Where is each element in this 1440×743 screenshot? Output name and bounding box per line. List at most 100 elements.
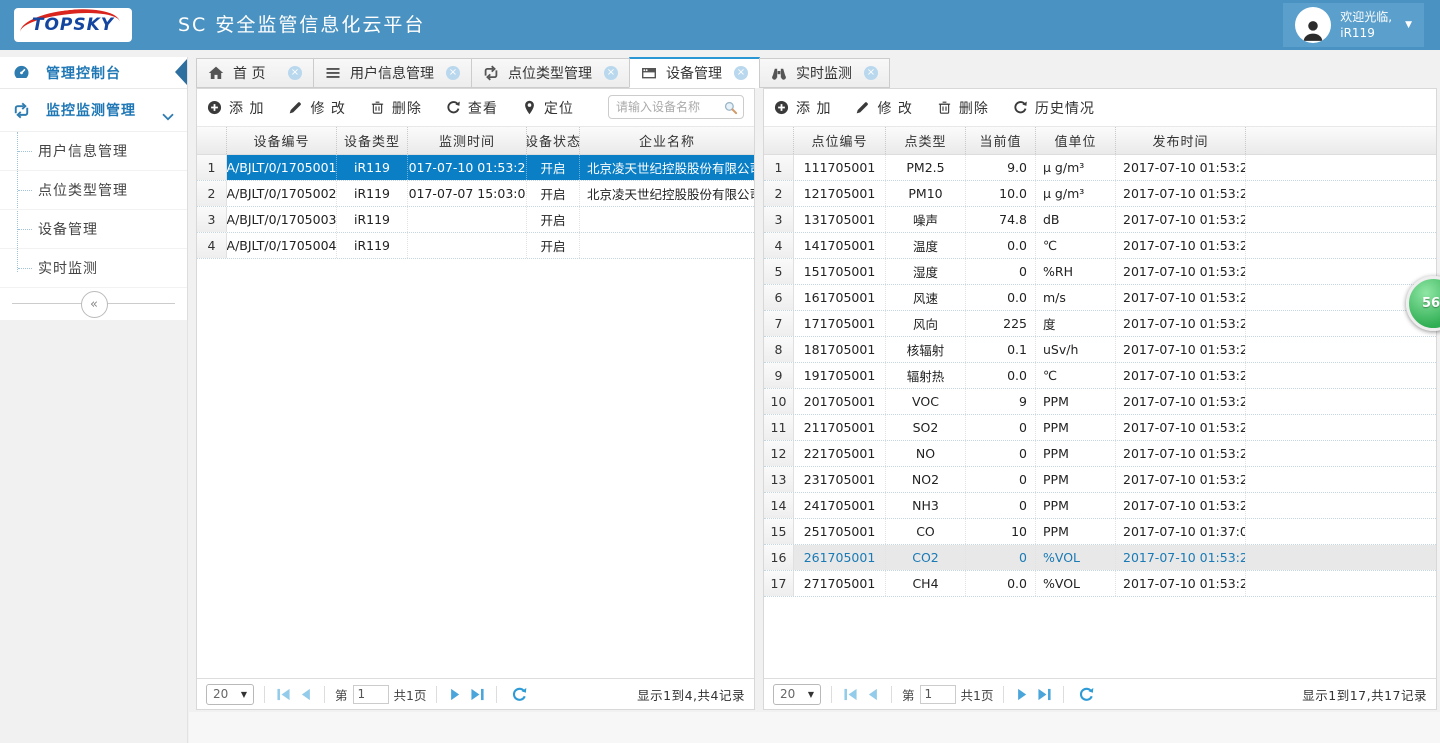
table-cell[interactable]: 2017-07-10 01:53:22 [1116, 467, 1246, 492]
table-cell[interactable]: 9 [764, 363, 794, 388]
column-header[interactable] [1246, 127, 1436, 154]
table-cell[interactable]: 1 [197, 155, 227, 180]
table-row[interactable]: 5151705001湿度0%RH2017-07-10 01:53:22 [764, 259, 1436, 285]
table-cell[interactable]: 湿度 [886, 259, 966, 284]
next-page-button[interactable] [1014, 686, 1031, 703]
search-input[interactable] [609, 100, 723, 114]
table-cell[interactable] [1246, 155, 1436, 180]
table-row[interactable]: 16261705001CO20%VOL2017-07-10 01:53:22 [764, 545, 1436, 571]
table-cell[interactable]: 2017-07-10 01:53:22 [1116, 259, 1246, 284]
add-button[interactable]: 添 加 [774, 98, 831, 118]
page-size-select[interactable]: 20▼ [773, 684, 821, 705]
table-cell[interactable]: PM2.5 [886, 155, 966, 180]
table-cell[interactable]: 开启 [527, 181, 580, 206]
next-page-button[interactable] [447, 686, 464, 703]
table-cell[interactable]: 2017-07-10 01:53:22 [1116, 415, 1246, 440]
table-row[interactable]: 4141705001温度0.0℃2017-07-10 01:53:22 [764, 233, 1436, 259]
table-cell[interactable]: NO [886, 441, 966, 466]
table-cell[interactable]: PPM [1036, 415, 1116, 440]
table-cell[interactable]: A/BJLT/0/1705003 [227, 207, 337, 232]
column-header[interactable] [197, 127, 227, 154]
table-cell[interactable]: μ g/m³ [1036, 155, 1116, 180]
table-cell[interactable]: μ g/m³ [1036, 181, 1116, 206]
table-cell[interactable]: 231705001 [794, 467, 886, 492]
table-cell[interactable] [408, 207, 527, 232]
table-cell[interactable]: A/BJLT/0/1705001 [227, 155, 337, 180]
table-cell[interactable]: 2017-07-10 01:53:22 [408, 155, 527, 180]
table-cell[interactable] [1246, 415, 1436, 440]
table-cell[interactable] [1246, 545, 1436, 570]
table-cell[interactable]: NO2 [886, 467, 966, 492]
table-cell[interactable]: ℃ [1036, 233, 1116, 258]
column-header[interactable]: 设备编号 [227, 127, 337, 154]
table-cell[interactable] [1246, 233, 1436, 258]
close-icon[interactable]: × [604, 66, 618, 80]
page-number-input[interactable] [920, 685, 956, 704]
table-cell[interactable]: 271705001 [794, 571, 886, 596]
table-cell[interactable]: m/s [1036, 285, 1116, 310]
table-cell[interactable]: %VOL [1036, 545, 1116, 570]
table-cell[interactable]: 辐射热 [886, 363, 966, 388]
table-cell[interactable]: 开启 [527, 155, 580, 180]
table-cell[interactable]: 0.0 [966, 285, 1036, 310]
table-row[interactable]: 17271705001CH40.0%VOL2017-07-10 01:53:21 [764, 571, 1436, 597]
table-cell[interactable]: 开启 [527, 207, 580, 232]
table-cell[interactable]: 2017-07-10 01:53:22 [1116, 207, 1246, 232]
collapse-icon[interactable]: « [81, 291, 108, 318]
table-cell[interactable]: VOC [886, 389, 966, 414]
add-button[interactable]: 添 加 [207, 98, 264, 118]
table-cell[interactable]: 0 [966, 441, 1036, 466]
table-cell[interactable]: 111705001 [794, 155, 886, 180]
table-cell[interactable]: CO [886, 519, 966, 544]
table-row[interactable]: 3131705001噪声74.8dB2017-07-10 01:53:22 [764, 207, 1436, 233]
table-row[interactable]: 7171705001风向225度2017-07-10 01:53:21 [764, 311, 1436, 337]
sidebar-item-point-type[interactable]: 点位类型管理 [0, 171, 187, 210]
table-cell[interactable]: 7 [764, 311, 794, 336]
table-cell[interactable]: PPM [1036, 441, 1116, 466]
table-cell[interactable]: 2 [764, 181, 794, 206]
search-icon[interactable] [723, 100, 738, 115]
column-header[interactable]: 当前值 [966, 127, 1036, 154]
table-cell[interactable]: 9 [966, 389, 1036, 414]
table-cell[interactable]: 2017-07-10 01:53:21 [1116, 441, 1246, 466]
table-row[interactable]: 9191705001辐射热0.0℃2017-07-10 01:53:21 [764, 363, 1436, 389]
table-cell[interactable]: 0.0 [966, 233, 1036, 258]
table-cell[interactable]: 0 [966, 493, 1036, 518]
delete-button[interactable]: 删除 [937, 98, 989, 118]
table-cell[interactable] [1246, 467, 1436, 492]
table-cell[interactable]: 11 [764, 415, 794, 440]
table-cell[interactable]: iR119 [337, 181, 408, 206]
delete-button[interactable]: 删除 [370, 98, 422, 118]
table-cell[interactable]: 2017-07-10 01:53:21 [1116, 493, 1246, 518]
last-page-button[interactable] [1036, 686, 1053, 703]
table-cell[interactable] [1246, 441, 1436, 466]
table-cell[interactable]: 10 [764, 389, 794, 414]
table-cell[interactable]: A/BJLT/0/1705004 [227, 233, 337, 258]
table-cell[interactable]: 6 [764, 285, 794, 310]
table-cell[interactable]: 221705001 [794, 441, 886, 466]
table-cell[interactable]: 151705001 [794, 259, 886, 284]
table-cell[interactable] [1246, 389, 1436, 414]
table-cell[interactable]: 2017-07-10 01:53:21 [1116, 337, 1246, 362]
table-cell[interactable]: 211705001 [794, 415, 886, 440]
table-row[interactable]: 2A/BJLT/0/1705002iR1192017-07-07 15:03:0… [197, 181, 754, 207]
table-row[interactable]: 13231705001NO20PPM2017-07-10 01:53:22 [764, 467, 1436, 493]
table-row[interactable]: 14241705001NH30PPM2017-07-10 01:53:21 [764, 493, 1436, 519]
tab-realtime[interactable]: 实时监测× [759, 58, 890, 88]
table-cell[interactable]: 度 [1036, 311, 1116, 336]
sidebar-item-monitoring-group[interactable]: 监控监测管理 [0, 89, 187, 132]
table-row[interactable]: 6161705001风速0.0m/s2017-07-10 01:53:21 [764, 285, 1436, 311]
table-cell[interactable]: 74.8 [966, 207, 1036, 232]
table-cell[interactable]: 0 [966, 415, 1036, 440]
table-cell[interactable]: PPM [1036, 389, 1116, 414]
table-cell[interactable]: CH4 [886, 571, 966, 596]
table-cell[interactable]: ℃ [1036, 363, 1116, 388]
first-page-button[interactable] [275, 686, 292, 703]
table-cell[interactable]: SO2 [886, 415, 966, 440]
user-menu[interactable]: 欢迎光临, iR119 ▼ [1283, 3, 1424, 47]
table-cell[interactable]: 风速 [886, 285, 966, 310]
column-header[interactable]: 监测时间 [408, 127, 527, 154]
table-cell[interactable]: PPM [1036, 467, 1116, 492]
table-cell[interactable]: 261705001 [794, 545, 886, 570]
table-row[interactable]: 4A/BJLT/0/1705004iR119开启 [197, 233, 754, 259]
